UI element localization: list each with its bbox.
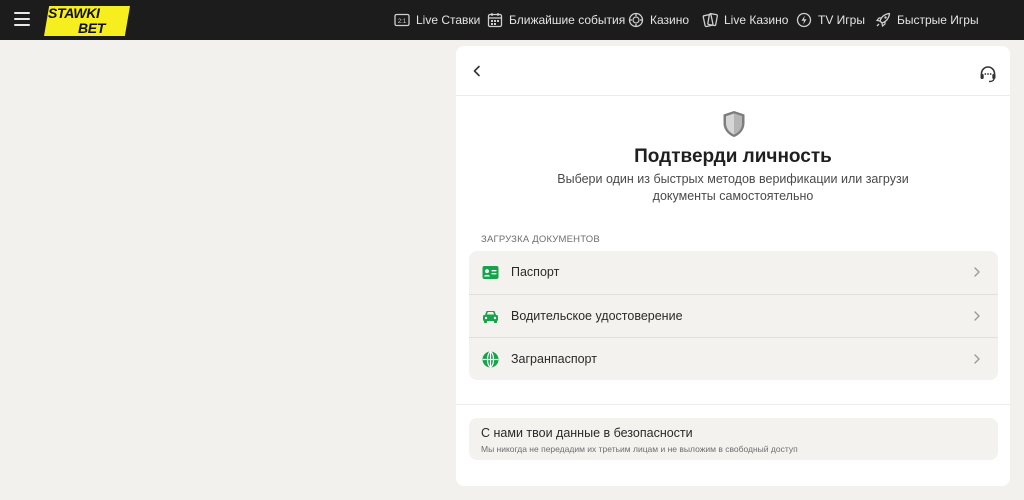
document-list: Паспорт Водительское удостоверение Загра… — [469, 251, 998, 380]
top-bar: STAWKI BET 2:1 Live Ставки Ближайшие соб… — [0, 0, 1024, 40]
logo-text-top: STAWKI — [48, 5, 100, 21]
logo[interactable]: STAWKI BET — [44, 2, 132, 38]
nav-tv-games[interactable]: TV Игры — [796, 0, 865, 40]
doc-option-international-passport[interactable]: Загранпаспорт — [469, 337, 998, 380]
panel-header — [456, 46, 1010, 96]
divider — [456, 404, 1010, 405]
car-icon — [483, 311, 498, 323]
menu-icon[interactable] — [14, 12, 30, 26]
doc-option-drivers-license[interactable]: Водительское удостоверение — [469, 294, 998, 337]
nav-live-casino[interactable]: Live Казино — [702, 0, 788, 40]
back-icon[interactable] — [470, 64, 484, 78]
security-notice: С нами твои данные в безопасности Мы ник… — [469, 418, 998, 460]
page-title: Подтверди личность — [634, 146, 832, 167]
verification-panel: Подтверди личность Выбери один из быстры… — [456, 46, 1010, 486]
nav-casino[interactable]: Казино — [628, 0, 689, 40]
nav-label: Казино — [650, 13, 690, 27]
chevron-right-icon — [974, 311, 980, 321]
shield-icon — [723, 111, 745, 137]
nav-live-bets[interactable]: 2:1 Live Ставки — [394, 0, 480, 40]
chevron-right-icon — [974, 267, 980, 277]
casino-chip-icon — [628, 12, 644, 28]
svg-text:2:1: 2:1 — [398, 19, 407, 25]
chevron-right-icon — [974, 354, 980, 364]
globe-icon — [482, 351, 499, 368]
section-label: ЗАГРУЗКА ДОКУМЕНТОВ — [481, 234, 600, 245]
id-card-icon — [482, 266, 499, 279]
nav-label: Live Ставки — [416, 13, 481, 27]
live-score-icon: 2:1 — [394, 13, 410, 27]
page-subtitle: Выбери один из быстрых методов верификац… — [557, 172, 909, 203]
playing-cards-icon — [702, 13, 718, 28]
nav-label: TV Игры — [818, 13, 865, 27]
rocket-icon — [875, 12, 891, 28]
nav-upcoming-events[interactable]: Ближайшие события — [487, 0, 625, 40]
nav-label: Live Казино — [724, 13, 789, 27]
doc-option-label: Водительское удостоверение — [511, 309, 683, 323]
nav-label: Быстрые Игры — [897, 13, 979, 27]
nav-fast-games[interactable]: Быстрые Игры — [875, 0, 979, 40]
doc-option-label: Загранпаспорт — [511, 352, 597, 366]
doc-option-label: Паспорт — [511, 265, 560, 279]
calendar-icon — [487, 13, 503, 28]
support-headset-icon[interactable] — [978, 64, 998, 84]
nav-label: Ближайшие события — [509, 13, 626, 27]
tv-games-icon — [796, 12, 812, 28]
security-text: Мы никогда не передадим их третьим лицам… — [481, 444, 798, 454]
logo-text-bottom: BET — [78, 20, 106, 36]
security-title: С нами твои данные в безопасности — [481, 426, 693, 440]
doc-option-passport[interactable]: Паспорт — [469, 251, 998, 294]
